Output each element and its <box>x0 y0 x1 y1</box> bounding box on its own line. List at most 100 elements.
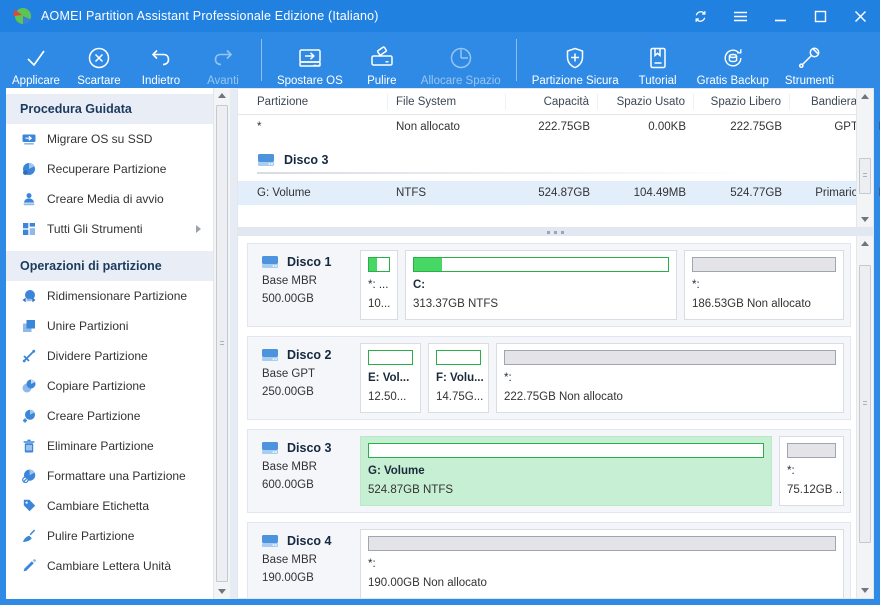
disk-type: Base MBR <box>261 461 360 473</box>
allocate-space-button: Allocare Spazio <box>413 35 509 87</box>
discard-button[interactable]: Scartare <box>68 35 130 87</box>
sidebar-item-change-drive-letter[interactable]: Cambiare Lettera Unità <box>6 551 213 581</box>
sidebar-item-merge-partitions[interactable]: Unire Partizioni <box>6 311 213 341</box>
sidebar-item-recover-partition[interactable]: Recuperare Partizione <box>6 154 213 184</box>
sidebar-item-bootable-media[interactable]: Creare Media di avvio <box>6 184 213 214</box>
table-header-row: Partizione File System Capacità Spazio U… <box>238 89 856 115</box>
app-logo-icon <box>12 6 32 26</box>
undo-button[interactable]: Indietro <box>130 35 192 87</box>
toolbar-separator <box>261 39 262 81</box>
scroll-down-icon[interactable] <box>214 584 230 599</box>
partition-block-c[interactable]: C: 313.37GB NTFS <box>405 250 677 320</box>
maximize-icon[interactable] <box>812 8 828 24</box>
disk-panel-1: Disco 1 Base MBR 500.00GB *: ... 10... <box>247 243 851 327</box>
redo-button: Avanti <box>192 35 254 87</box>
minimize-icon[interactable] <box>772 8 788 24</box>
menu-icon[interactable] <box>732 8 748 24</box>
disk-icon <box>261 348 279 362</box>
partition-block-unallocated[interactable]: *: 186.53GB Non allocato <box>684 250 844 320</box>
all-tools-icon <box>22 222 36 236</box>
sidebar: Procedura Guidata Migrare OS su SSD Recu… <box>6 88 230 599</box>
bootable-media-icon <box>22 192 36 206</box>
undo-arrow-icon <box>147 42 175 74</box>
migrate-os-button[interactable]: Spostare OS <box>269 35 351 87</box>
scrollbar-thumb[interactable] <box>216 105 228 582</box>
pie-clock-icon <box>447 42 475 74</box>
disk-panel-4: Disco 4 Base MBR 190.00GB *: 190.00GB No… <box>247 522 851 598</box>
disk-type: Base MBR <box>261 275 360 287</box>
free-backup-button[interactable]: Gratis Backup <box>689 35 777 87</box>
table-scrollbar[interactable] <box>856 89 873 227</box>
disk-map-scrollbar[interactable] <box>856 236 873 598</box>
tools-button[interactable]: Strumenti <box>777 35 842 87</box>
sidebar-item-format-partition[interactable]: Formattare una Partizione <box>6 461 213 491</box>
sidebar-item-copy-partition[interactable]: Copiare Partizione <box>6 371 213 401</box>
close-icon[interactable] <box>852 8 868 24</box>
disk-size: 500.00GB <box>261 293 360 305</box>
shield-plus-icon <box>561 42 589 74</box>
refresh-icon[interactable] <box>692 8 708 24</box>
partition-block-unallocated[interactable]: *: 222.75GB Non allocato <box>496 343 844 413</box>
recover-partition-icon <box>22 162 36 176</box>
sidebar-item-wipe-partition[interactable]: Pulire Partizione <box>6 521 213 551</box>
column-header-spazio-libero[interactable]: Spazio Libero <box>694 94 790 110</box>
partition-block[interactable]: *: ... 10... <box>360 250 398 320</box>
migrate-os-icon <box>22 132 36 146</box>
scroll-up-icon[interactable] <box>857 89 873 104</box>
partition-block-f[interactable]: F: Volu... 14.75G... <box>428 343 489 413</box>
wipe-button[interactable]: Pulire <box>351 35 413 87</box>
scrollbar-thumb[interactable] <box>859 158 871 194</box>
column-header-bandiera[interactable]: Bandiera <box>790 94 866 110</box>
sidebar-item-change-label[interactable]: Cambiare Etichetta <box>6 491 213 521</box>
partition-usage-bar <box>368 443 764 458</box>
section-header-partition-ops: Operazioni di partizione <box>6 251 213 281</box>
scroll-up-icon[interactable] <box>214 88 230 103</box>
splitter-handle[interactable] <box>237 228 874 236</box>
split-partition-icon <box>22 349 36 363</box>
check-icon <box>22 42 50 74</box>
group-underline <box>257 172 757 174</box>
submenu-arrow-icon <box>196 225 201 233</box>
sidebar-item-delete-partition[interactable]: Eliminare Partizione <box>6 431 213 461</box>
column-header-file-system[interactable]: File System <box>388 94 506 110</box>
partition-usage-bar <box>413 257 669 272</box>
sidebar-item-all-tools[interactable]: Tutti Gli Strumenti <box>6 214 213 244</box>
table-row[interactable]: * Non allocato 222.75GB 0.00KB 222.75GB … <box>238 115 856 139</box>
partition-block-g-selected[interactable]: G: Volume 524.87GB NTFS <box>360 436 772 506</box>
partition-usage-bar <box>368 536 836 551</box>
column-header-spazio-usato[interactable]: Spazio Usato <box>598 94 694 110</box>
apply-button[interactable]: Applicare <box>4 35 68 87</box>
partition-block-unallocated[interactable]: *: 190.00GB Non allocato <box>360 529 844 598</box>
disk-icon <box>261 255 279 269</box>
scrollbar-thumb[interactable] <box>859 265 871 543</box>
format-partition-icon <box>22 469 36 483</box>
partition-block-unallocated[interactable]: *: 75.12GB ... <box>779 436 844 506</box>
disk-panel-3: Disco 3 Base MBR 600.00GB G: Volume 524.… <box>247 429 851 513</box>
sidebar-item-resize-partition[interactable]: Ridimensionare Partizione <box>6 281 213 311</box>
secure-partition-button[interactable]: Partizione Sicura <box>524 35 627 87</box>
tutorial-button[interactable]: Tutorial <box>627 35 689 87</box>
sidebar-scrollbar[interactable] <box>213 88 230 599</box>
partition-block-e[interactable]: E: Vol... 12.50... <box>360 343 421 413</box>
disk-type: Base MBR <box>261 554 360 566</box>
scroll-down-icon[interactable] <box>857 583 873 598</box>
sidebar-item-split-partition[interactable]: Dividere Partizione <box>6 341 213 371</box>
sidebar-item-create-partition[interactable]: Creare Partizione <box>6 401 213 431</box>
content-area: Procedura Guidata Migrare OS su SSD Recu… <box>6 88 874 599</box>
scroll-down-icon[interactable] <box>857 212 873 227</box>
disk-type: Base GPT <box>261 368 360 380</box>
wipe-partition-icon <box>22 529 36 543</box>
scroll-up-icon[interactable] <box>857 236 873 251</box>
disk-size: 600.00GB <box>261 479 360 491</box>
titlebar: AOMEI Partition Assistant Professionale … <box>0 0 880 32</box>
column-header-capacita[interactable]: Capacità <box>506 94 598 110</box>
sidebar-item-migrate-os[interactable]: Migrare OS su SSD <box>6 124 213 154</box>
partition-usage-bar <box>504 350 836 365</box>
resize-partition-icon <box>22 289 36 303</box>
disk-size: 250.00GB <box>261 386 360 398</box>
table-row-selected[interactable]: G: Volume NTFS 524.87GB 104.49MB 524.77G… <box>238 181 856 205</box>
partition-usage-bar <box>692 257 836 272</box>
disk-move-icon <box>295 42 325 74</box>
column-header-partizione[interactable]: Partizione <box>238 94 388 110</box>
copy-partition-icon <box>22 379 36 393</box>
